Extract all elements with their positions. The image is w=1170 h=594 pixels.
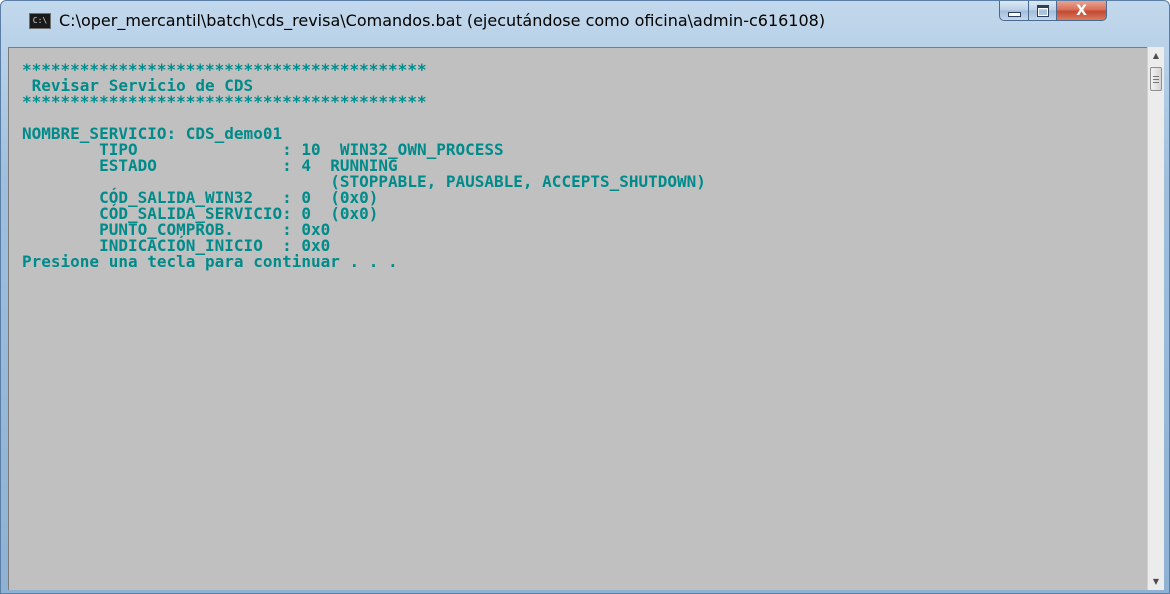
console-window: C:\ C:\oper_mercantil\batch\cds_revisa\C… bbox=[0, 0, 1170, 594]
minimize-button[interactable] bbox=[999, 1, 1028, 21]
window-controls: X bbox=[999, 1, 1107, 21]
maximize-icon bbox=[1036, 4, 1049, 17]
console-app-icon[interactable]: C:\ bbox=[29, 13, 51, 29]
scroll-grip-icon bbox=[1153, 75, 1159, 83]
scroll-down-button[interactable]: ▼ bbox=[1148, 573, 1164, 590]
minimize-icon bbox=[1007, 11, 1021, 17]
scroll-up-arrow-icon: ▲ bbox=[1152, 51, 1160, 60]
title-bar[interactable]: C:\ C:\oper_mercantil\batch\cds_revisa\C… bbox=[1, 1, 1169, 47]
scroll-thumb[interactable] bbox=[1150, 67, 1162, 91]
close-icon: X bbox=[1076, 2, 1087, 19]
console-line: ****************************************… bbox=[22, 92, 427, 111]
close-button[interactable]: X bbox=[1057, 1, 1107, 21]
window-title: C:\oper_mercantil\batch\cds_revisa\Coman… bbox=[59, 11, 826, 30]
vertical-scrollbar[interactable]: ▲ ▼ bbox=[1147, 47, 1164, 590]
console-prompt-line: Presione una tecla para continuar . . . bbox=[22, 252, 398, 271]
maximize-button[interactable] bbox=[1028, 1, 1057, 21]
scroll-down-arrow-icon: ▼ bbox=[1152, 577, 1160, 586]
console-text: ****************************************… bbox=[22, 62, 706, 270]
scroll-up-button[interactable]: ▲ bbox=[1148, 47, 1164, 64]
console-output-area[interactable]: ****************************************… bbox=[8, 47, 1147, 590]
